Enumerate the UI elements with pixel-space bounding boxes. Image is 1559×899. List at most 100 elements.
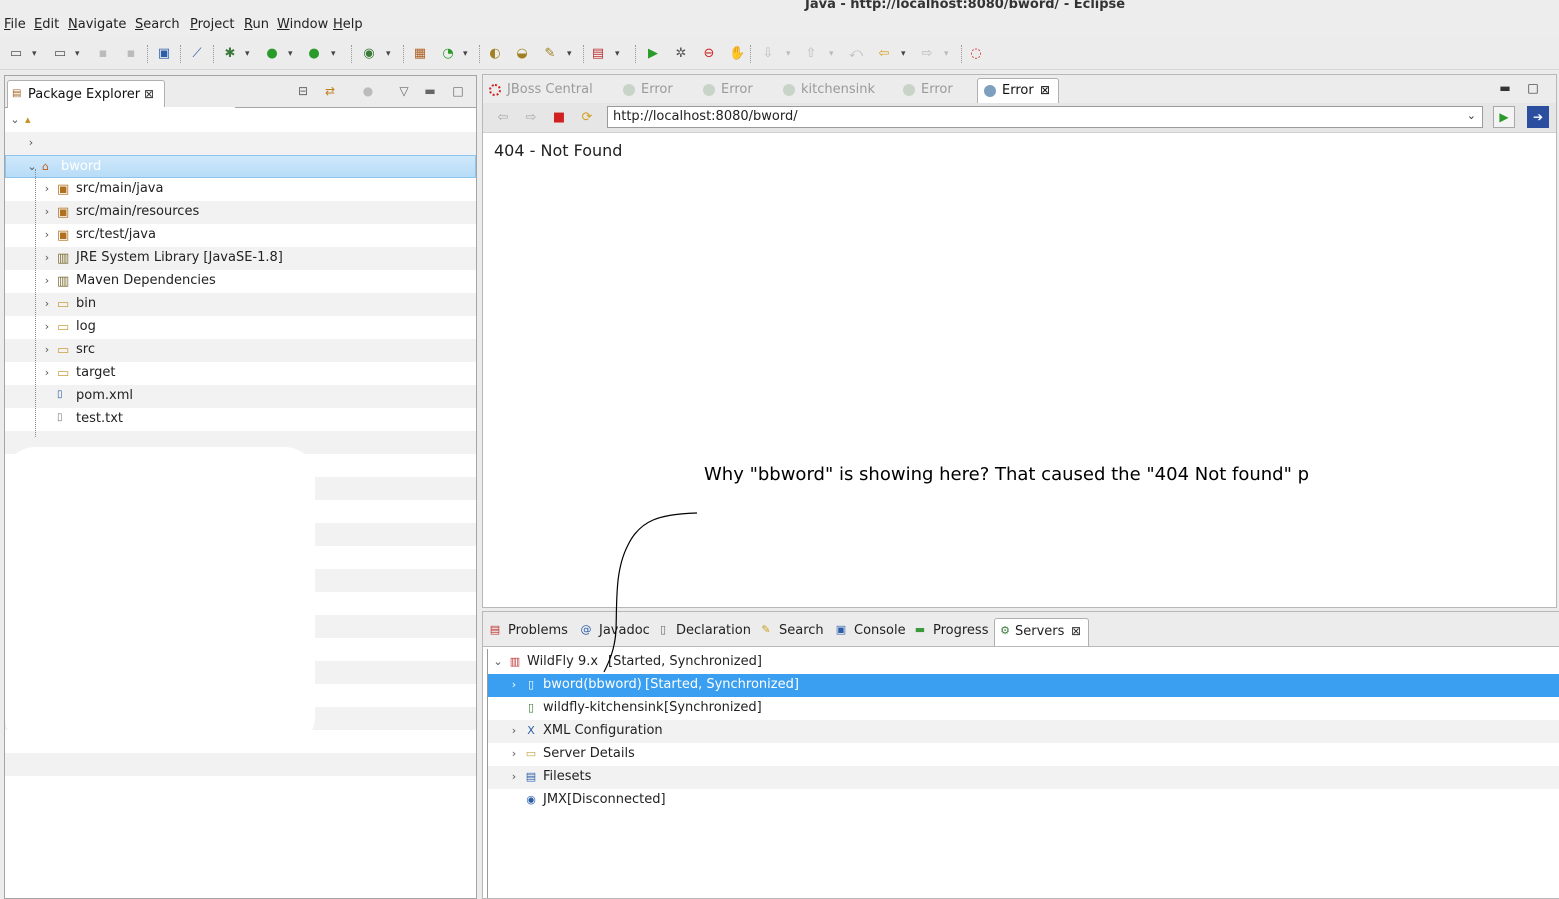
run-dropdown-icon[interactable]: ▾ [288, 46, 296, 62]
chevron-right-icon[interactable]: › [42, 274, 52, 288]
chevron-right-icon[interactable]: › [509, 724, 519, 738]
tab-error[interactable]: Error [623, 78, 683, 103]
tree-row[interactable]: › ▥ Maven Dependencies [5, 270, 476, 293]
chevron-right-icon[interactable]: › [42, 182, 52, 196]
tree-row[interactable]: › ▣ src/test/java [5, 224, 476, 247]
tab-jboss-central[interactable]: JBoss Central [489, 78, 607, 103]
debug-server-icon[interactable]: ✲ [673, 46, 689, 62]
external-tools-dropdown-icon[interactable]: ▾ [331, 46, 339, 62]
search-dropdown-icon[interactable]: ▾ [567, 46, 575, 62]
server-dropdown-icon[interactable]: ▾ [386, 46, 394, 62]
server-row-filesets[interactable]: › ▤ Filesets [488, 766, 1559, 789]
server-icon[interactable]: ◉ [361, 46, 377, 62]
view-menu-icon[interactable]: ▽ [397, 84, 411, 98]
chevron-right-icon[interactable]: › [42, 343, 52, 357]
tab-error-active[interactable]: Error ⊠ [977, 78, 1059, 103]
new-dropdown-icon[interactable]: ▾ [32, 46, 40, 62]
chevron-right-icon[interactable]: › [509, 770, 519, 784]
menu-navigate[interactable]: Navigate [68, 17, 126, 32]
save-all-icon[interactable]: ▪ [123, 46, 139, 62]
skip-breakpoints-icon[interactable]: ⟋ [189, 46, 205, 62]
back-icon[interactable]: ⇦ [876, 46, 892, 62]
new-icon[interactable]: ▭ [8, 46, 24, 62]
open-resource-icon[interactable]: ◒ [514, 46, 530, 62]
chevron-right-icon[interactable]: › [509, 747, 519, 761]
tab-declaration[interactable]: ▯ Declaration [656, 618, 751, 646]
tree-row[interactable]: ▯ test.txt [5, 408, 476, 431]
menu-window[interactable]: Window [277, 17, 328, 32]
link-with-editor-icon[interactable]: ⇄ [323, 84, 337, 98]
stop-icon[interactable]: ■ [551, 110, 567, 126]
chevron-right-icon[interactable]: › [42, 228, 52, 242]
focus-icon[interactable]: ● [361, 84, 375, 98]
terminal-icon[interactable]: ▣ [156, 46, 172, 62]
menu-run[interactable]: Run [244, 17, 269, 32]
refresh-icon[interactable]: ⟳ [579, 110, 595, 126]
server-row-wildfly[interactable]: ⌄ ▥ WildFly 9.x [Started, Synchronized] [488, 651, 1559, 674]
go-button[interactable]: ▶ [1493, 106, 1515, 128]
last-edit-icon[interactable]: ⤺ [848, 46, 864, 62]
tree-row[interactable]: ▯ pom.xml [5, 385, 476, 408]
chevron-down-icon[interactable]: ⌄ [10, 113, 20, 127]
menu-search[interactable]: Search [135, 17, 180, 32]
new-package-icon[interactable]: ▦ [412, 46, 428, 62]
chevron-down-icon[interactable]: ⌄ [493, 655, 503, 669]
close-icon[interactable]: ⊠ [144, 87, 154, 101]
tree-row-bword[interactable]: ⌄ ⌂ bword [5, 155, 476, 178]
tab-problems[interactable]: ▤ Problems [488, 618, 576, 646]
tree-row[interactable]: › ▥ JRE System Library [JavaSE-1.8] [5, 247, 476, 270]
debug-icon[interactable]: ✱ [222, 46, 238, 62]
new-class-icon[interactable]: ◔ [440, 46, 456, 62]
jboss-central-icon[interactable]: ◌ [968, 46, 984, 62]
chevron-right-icon[interactable]: › [26, 136, 36, 150]
tree-row[interactable]: › [5, 132, 476, 155]
start-server-icon[interactable]: ▶ [645, 46, 661, 62]
tab-javadoc[interactable]: @ Javadoc [579, 618, 650, 646]
previous-annotation-icon[interactable]: ⇧ [803, 46, 819, 62]
next-annotation-dropdown-icon[interactable]: ▾ [786, 46, 794, 62]
close-icon[interactable]: ⊠ [1071, 624, 1081, 638]
back-dropdown-icon[interactable]: ▾ [901, 46, 909, 62]
server-row-kitchensink[interactable]: ▯ wildfly-kitchensink [Synchronized] [488, 697, 1559, 720]
menu-edit[interactable]: Edit [34, 17, 59, 32]
next-annotation-icon[interactable]: ⇩ [760, 46, 776, 62]
tab-console[interactable]: ▣ Console [834, 618, 909, 646]
maximize-icon[interactable]: □ [1526, 81, 1540, 95]
deploy-dropdown-icon[interactable]: ▾ [615, 46, 623, 62]
new-type-icon[interactable]: ▭ [52, 46, 68, 62]
tree-row[interactable]: › ▣ src/main/resources [5, 201, 476, 224]
server-row-jmx[interactable]: ◉ JMX[Disconnected] [488, 789, 1559, 812]
open-external-browser-button[interactable]: ➔ [1527, 106, 1549, 128]
open-type-icon[interactable]: ◐ [487, 46, 503, 62]
server-row-bword[interactable]: › ▯ bword(bbword) [Started, Synchronized… [488, 674, 1559, 697]
new-class-dropdown-icon[interactable]: ▾ [463, 46, 471, 62]
chevron-right-icon[interactable]: › [42, 297, 52, 311]
forward-dropdown-icon[interactable]: ▾ [944, 46, 952, 62]
menu-file[interactable]: File [4, 17, 26, 32]
tab-package-explorer[interactable]: ▤ Package Explorer ⊠ [7, 80, 165, 108]
save-icon[interactable]: ▪ [95, 46, 111, 62]
forward-icon[interactable]: ⇨ [523, 110, 539, 126]
close-icon[interactable]: ⊠ [1040, 83, 1050, 97]
publish-icon[interactable]: ✋ [729, 46, 745, 62]
tree-row[interactable]: › ▭ bin [5, 293, 476, 316]
chevron-down-icon[interactable]: ⌄ [1467, 109, 1476, 122]
chevron-right-icon[interactable]: › [42, 251, 52, 265]
tree-row[interactable]: › ▣ src/main/java [5, 178, 476, 201]
tree-row[interactable]: › ▭ src [5, 339, 476, 362]
maximize-icon[interactable]: □ [451, 84, 465, 98]
collapse-all-icon[interactable]: ⊟ [296, 84, 310, 98]
chevron-right-icon[interactable]: › [42, 205, 52, 219]
server-row-xml-config[interactable]: › X XML Configuration [488, 720, 1559, 743]
tab-progress[interactable]: ▬ Progress [913, 618, 991, 646]
chevron-right-icon[interactable]: › [42, 366, 52, 380]
server-row-server-details[interactable]: › ▭ Server Details [488, 743, 1559, 766]
tab-error[interactable]: Error [703, 78, 763, 103]
stop-server-icon[interactable]: ⊖ [701, 46, 717, 62]
tab-kitchensink[interactable]: kitchensink [783, 78, 883, 103]
url-input[interactable]: http://localhost:8080/bword/ ⌄ [607, 106, 1483, 128]
run-icon[interactable]: ● [264, 46, 280, 62]
tree-row[interactable]: › ▭ log [5, 316, 476, 339]
chevron-right-icon[interactable]: › [509, 678, 519, 692]
tab-error[interactable]: Error [903, 78, 963, 103]
